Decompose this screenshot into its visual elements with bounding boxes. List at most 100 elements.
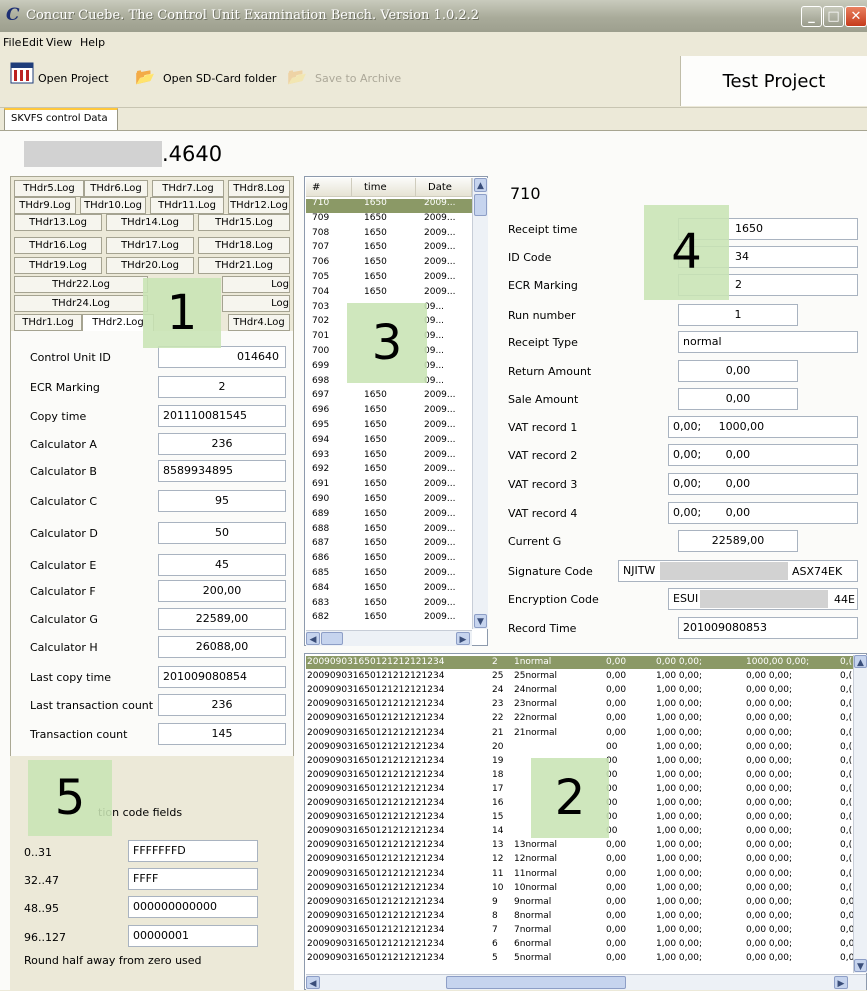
record-row[interactable]: 200909031650121212121234 25 25normal 0,00 1,… [306,670,853,683]
log-tab-thdr19-log[interactable]: THdr19.Log [14,257,102,274]
records-hscroll-thumb[interactable] [446,976,626,989]
receipt-row[interactable]: 686 1650 2009... [306,554,472,568]
receipt-row[interactable]: 709 1650 2009... [306,213,472,228]
log-tab-thdr15-log[interactable]: THdr15.Log [198,214,290,231]
receipt-row[interactable]: 687 1650 2009... [306,539,472,553]
log-tab-thdr4-log[interactable]: THdr4.Log [228,314,290,331]
receipt-row[interactable]: 688 1650 2009... [306,524,472,539]
maximize-button[interactable]: □ [823,6,844,27]
log-tab-thdr13-log[interactable]: THdr13.Log [14,214,102,231]
records-hscrollbar[interactable]: ◀ ▶ [306,974,866,990]
close-button[interactable]: ✕ [845,6,867,27]
minimize-button[interactable]: _ [801,6,822,27]
receipt-row[interactable]: 689 1650 2009... [306,509,472,524]
scroll-down-button[interactable]: ▼ [474,614,487,628]
receipt-row[interactable]: 682 1650 2009... [306,613,472,627]
receipt-row-time: 1650 [364,538,387,549]
record-row[interactable]: 200909031650121212121234 7 7normal 0,00 1,00… [306,924,853,937]
records-scroll-right-button[interactable]: ▶ [834,976,848,989]
record-row[interactable]: 200909031650121212121234 13 13normal 0,00 1,… [306,839,853,852]
menu-edit[interactable]: Edit [22,36,43,49]
log-tab-thdr12-log[interactable]: THdr12.Log [228,197,290,214]
log-tab-thdr6-log[interactable]: THdr6.Log [84,180,148,197]
record-row[interactable]: 200909031650121212121234 10 10normal 0,00 1,… [306,882,853,895]
column-header-date[interactable]: Date [416,178,472,197]
receipt-row[interactable]: 704 1650 2009... [306,287,472,302]
receipt-row[interactable]: 684 1650 2009... [306,583,472,598]
records-scroll-up-button[interactable]: ▲ [854,655,867,668]
open-project-label[interactable]: Open Project [38,72,109,85]
receipt-list-hscrollbar[interactable]: ◀ ▶ [306,630,472,646]
field-value-8: 200,00 [158,580,286,602]
scroll-thumb[interactable] [474,194,487,216]
record-row[interactable]: 200909031650121212121234 8 8normal 0,00 1,00… [306,910,853,923]
log-tab-thdr5-log[interactable]: THdr5.Log [14,180,84,197]
menu-file[interactable]: File [3,36,21,49]
receipt-row[interactable]: 696 1650 2009... [306,406,472,420]
receipt-row[interactable]: 685 1650 2009... [306,568,472,583]
records-scroll-down-button[interactable]: ▼ [854,959,867,972]
log-tab-thdr7-log[interactable]: THdr7.Log [152,180,224,197]
receipt-row-number: 701 [312,331,330,342]
receipt-row[interactable]: 694 1650 2009... [306,435,472,450]
record-cell-f: 0,00 0,00; [746,910,792,921]
record-row[interactable]: 200909031650121212121234 9 9normal 0,00 1,00… [306,896,853,909]
log-tab-thdr21-log[interactable]: THdr21.Log [198,257,290,274]
log-tab-thdr1-log[interactable]: THdr1.Log [14,314,82,331]
log-tab-thdr9-log[interactable]: THdr9.Log [14,197,76,214]
record-row[interactable]: 200909031650121212121234 24 24normal 0,00 1,… [306,684,853,697]
receipt-row[interactable]: 708 1650 2009... [306,228,472,243]
record-row[interactable]: 200909031650121212121234 6 6normal 0,00 1,00… [306,938,853,951]
log-tab-thdr10-log[interactable]: THdr10.Log [80,197,146,214]
record-row[interactable]: 200909031650121212121234 2 1normal 0,00 0,00… [306,656,853,669]
log-tab-thdr20-log[interactable]: THdr20.Log [106,257,194,274]
receipt-list-vscrollbar[interactable]: ▲ ▼ [472,178,488,629]
record-row[interactable]: 200909031650121212121234 12 12normal 0,00 1,… [306,853,853,866]
receipt-row[interactable]: 710 1650 2009... [306,198,472,213]
receipt-row[interactable]: 697 1650 2009... [306,391,472,405]
menu-view[interactable]: View [46,36,72,49]
record-row[interactable]: 200909031650121212121234 5 5normal 0,00 1,00… [306,952,853,965]
log-tab-thdr8-log[interactable]: THdr8.Log [228,180,290,197]
save-to-archive-button[interactable]: Save to Archive [315,72,401,85]
receipt-row[interactable]: 683 1650 2009... [306,598,472,613]
column-header-time[interactable]: time [352,178,416,197]
receipt-row[interactable]: 692 1650 2009... [306,465,472,479]
tab-skvfs-control-data[interactable]: SKVFS control Data [4,108,118,130]
log-tab-thdr17-log[interactable]: THdr17.Log [106,237,194,254]
receipt-row[interactable]: 695 1650 2009... [306,420,472,435]
column-header-number[interactable]: # [306,178,352,197]
receipt-row[interactable]: 691 1650 2009... [306,480,472,494]
record-row[interactable]: 200909031650121212121234 22 22normal 0,00 1,… [306,712,853,725]
open-sd-card-button[interactable]: Open SD-Card folder [163,72,276,85]
receipt-row[interactable]: 706 1650 2009... [306,258,472,272]
receipt-row[interactable]: 690 1650 2009... [306,494,472,509]
records-vscrollbar[interactable]: ▲ ▼ [853,655,867,973]
log-tab-thdr18-log[interactable]: THdr18.Log [198,237,290,254]
open-project-button[interactable] [10,61,34,85]
receipt-row[interactable]: 693 1650 2009... [306,450,472,465]
record-row[interactable]: 200909031650121212121234 23 23normal 0,00 1,… [306,698,853,711]
receipt-row-date: 09... [424,301,445,312]
receipt-row[interactable]: 707 1650 2009... [306,243,472,257]
log-tab-thdr14-log[interactable]: THdr14.Log [106,214,194,231]
log-tab-thdr11-log[interactable]: THdr11.Log [150,197,224,214]
records-scroll-left-button[interactable]: ◀ [306,976,320,989]
record-row[interactable]: 200909031650121212121234 11 11normal 0,00 1,… [306,868,853,881]
log-tab-log[interactable]: Log [222,295,290,312]
receipt-row[interactable]: 705 1650 2009... [306,272,472,287]
scroll-left-button[interactable]: ◀ [306,632,320,645]
record-row[interactable]: 200909031650121212121234 21 21normal 0,00 1,… [306,727,853,740]
log-tab-log[interactable]: Log [222,276,290,293]
receipt-list[interactable]: # time Date 710 1650 2009... 709 1650 2009...… [304,176,488,646]
menu-help[interactable]: Help [80,36,105,49]
hscroll-thumb[interactable] [321,632,343,645]
scroll-right-button[interactable]: ▶ [456,632,470,645]
log-tab-thdr16-log[interactable]: THdr16.Log [14,237,102,254]
log-tab-thdr22-log[interactable]: THdr22.Log [14,276,148,293]
log-tab-thdr24-log[interactable]: THdr24.Log [14,295,148,312]
record-row[interactable]: 200909031650121212121234 20 00 1,00 0,00; 0,… [306,741,853,754]
field-value-5: 95 [158,490,286,512]
field-label-12: Last transaction count [30,699,154,712]
scroll-up-button[interactable]: ▲ [474,178,487,192]
